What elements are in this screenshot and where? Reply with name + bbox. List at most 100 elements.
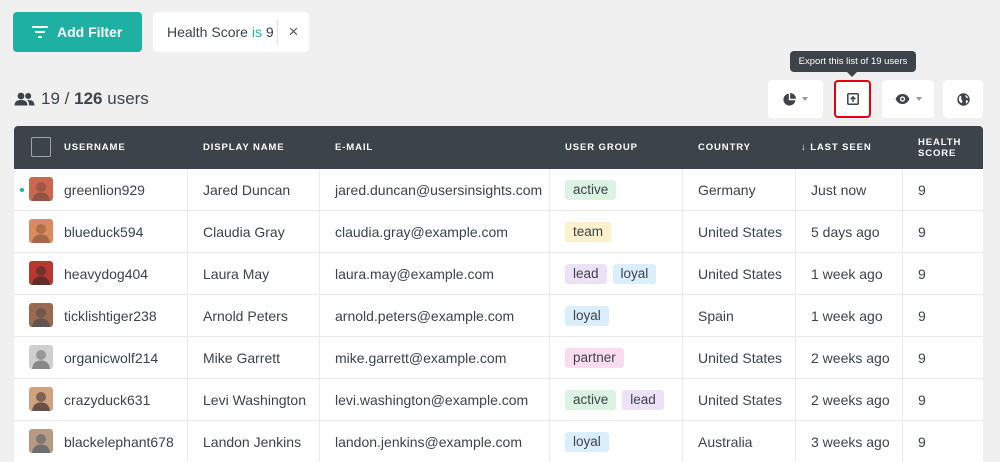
total-count: 126 bbox=[74, 89, 103, 108]
country-cell: United States bbox=[698, 349, 783, 366]
health-score-cell: 9 bbox=[918, 223, 926, 240]
column-header-health-score[interactable]: HEALTH SCORE bbox=[918, 126, 974, 169]
user-group-tag[interactable]: lead bbox=[565, 263, 607, 284]
avatar bbox=[29, 303, 53, 327]
chevron-down-icon bbox=[915, 97, 922, 101]
avatar bbox=[29, 261, 53, 285]
table-row[interactable]: blackelephant678 Landon Jenkins landon.jen… bbox=[14, 421, 983, 462]
last-seen-cell: 1 week ago bbox=[811, 265, 883, 282]
user-count: 19 / 126 users bbox=[14, 88, 149, 110]
username-cell[interactable]: greenlion929 bbox=[64, 169, 145, 210]
user-group-cell: loyal bbox=[565, 421, 615, 462]
export-button[interactable] bbox=[834, 80, 871, 118]
filter-operator: is bbox=[251, 24, 262, 40]
last-seen-cell: Just now bbox=[811, 181, 867, 198]
user-group-cell: team bbox=[565, 211, 617, 252]
pie-chart-icon bbox=[783, 92, 796, 106]
last-seen-cell: 3 weeks ago bbox=[811, 433, 890, 450]
username-cell[interactable]: organicwolf214 bbox=[64, 337, 158, 378]
email-cell[interactable]: landon.jenkins@example.com bbox=[335, 421, 522, 462]
health-score-cell: 9 bbox=[918, 349, 926, 366]
email-cell[interactable]: claudia.gray@example.com bbox=[335, 211, 508, 252]
last-seen-cell: 2 weeks ago bbox=[811, 391, 890, 408]
display-name-cell: Jared Duncan bbox=[203, 181, 291, 198]
users-icon bbox=[14, 92, 35, 106]
user-group-cell: active bbox=[565, 169, 622, 210]
filter-chip-label: Health Score is 9 bbox=[153, 20, 278, 44]
display-name-cell: Laura May bbox=[203, 265, 270, 282]
filter-chip[interactable]: Health Score is 9 × bbox=[153, 12, 309, 52]
user-group-cell: lead loyal bbox=[565, 253, 662, 294]
health-score-cell: 9 bbox=[918, 265, 926, 282]
user-group-tag[interactable]: partner bbox=[565, 347, 624, 368]
column-header-username[interactable]: USERNAME bbox=[64, 126, 184, 169]
select-all-checkbox[interactable] bbox=[31, 137, 51, 157]
table-body: greenlion929 Jared Duncan jared.duncan@use… bbox=[14, 169, 983, 462]
display-name-cell: Arnold Peters bbox=[203, 307, 288, 324]
column-header-last-seen[interactable]: ↓ LAST SEEN bbox=[801, 126, 901, 169]
health-score-cell: 9 bbox=[918, 307, 926, 324]
eye-icon bbox=[895, 94, 909, 104]
last-seen-cell: 1 week ago bbox=[811, 307, 883, 324]
avatar bbox=[29, 177, 53, 201]
display-name-cell: Mike Garrett bbox=[203, 349, 281, 366]
user-group-tag[interactable]: loyal bbox=[565, 305, 609, 326]
filter-value: 9 bbox=[265, 24, 274, 40]
user-group-tag[interactable]: lead bbox=[622, 389, 664, 410]
user-group-tag[interactable]: team bbox=[565, 221, 612, 242]
user-group-tag[interactable]: loyal bbox=[612, 263, 657, 284]
column-header-country[interactable]: COUNTRY bbox=[698, 126, 798, 169]
country-cell: United States bbox=[698, 265, 783, 282]
health-score-cell: 9 bbox=[918, 433, 926, 450]
email-cell[interactable]: jared.duncan@usersinsights.com bbox=[335, 169, 542, 210]
health-score-cell: 9 bbox=[918, 181, 926, 198]
export-icon bbox=[846, 93, 859, 105]
user-group-tag[interactable]: active bbox=[565, 389, 617, 410]
close-icon[interactable]: × bbox=[278, 22, 309, 42]
email-cell[interactable]: levi.washington@example.com bbox=[335, 379, 528, 420]
country-cell: United States bbox=[698, 223, 783, 240]
country-cell: Australia bbox=[698, 433, 753, 450]
user-group-tag[interactable]: loyal bbox=[565, 431, 609, 452]
table-row[interactable]: blueduck594 Claudia Gray claudia.gray@exam… bbox=[14, 211, 983, 253]
email-cell[interactable]: arnold.peters@example.com bbox=[335, 295, 514, 336]
user-group-cell: active lead bbox=[565, 379, 670, 420]
globe-icon bbox=[956, 92, 970, 106]
username-cell[interactable]: ticklishtiger238 bbox=[64, 295, 157, 336]
count-slash: / bbox=[64, 89, 70, 108]
username-cell[interactable]: blackelephant678 bbox=[64, 421, 174, 462]
map-button[interactable] bbox=[943, 80, 983, 118]
filtered-count: 19 bbox=[41, 89, 60, 108]
user-group-cell: partner bbox=[565, 337, 630, 378]
display-name-cell: Landon Jenkins bbox=[203, 433, 302, 450]
table-row[interactable]: crazyduck631 Levi Washington levi.washingt… bbox=[14, 379, 983, 421]
username-cell[interactable]: heavydog404 bbox=[64, 253, 148, 294]
filter-field: Health Score bbox=[167, 24, 248, 40]
table-header: USERNAME DISPLAY NAME E-MAIL USER GROUP … bbox=[14, 126, 983, 169]
add-filter-button[interactable]: Add Filter bbox=[13, 12, 142, 52]
column-header-email[interactable]: E-MAIL bbox=[335, 126, 535, 169]
table-row[interactable]: organicwolf214 Mike Garrett mike.garrett@e… bbox=[14, 337, 983, 379]
segments-button[interactable] bbox=[768, 80, 823, 118]
table-row[interactable]: greenlion929 Jared Duncan jared.duncan@use… bbox=[14, 169, 983, 211]
online-indicator bbox=[20, 188, 24, 192]
display-name-cell: Claudia Gray bbox=[203, 223, 285, 240]
count-unit: users bbox=[107, 89, 149, 108]
username-cell[interactable]: crazyduck631 bbox=[64, 379, 150, 420]
column-header-user-group[interactable]: USER GROUP bbox=[565, 126, 685, 169]
avatar bbox=[29, 345, 53, 369]
user-group-cell: loyal bbox=[565, 295, 615, 336]
avatar bbox=[29, 219, 53, 243]
add-filter-label: Add Filter bbox=[57, 24, 123, 40]
table-row[interactable]: heavydog404 Laura May laura.may@example.co… bbox=[14, 253, 983, 295]
user-group-tag[interactable]: active bbox=[565, 179, 617, 200]
avatar bbox=[29, 387, 53, 411]
email-cell[interactable]: mike.garrett@example.com bbox=[335, 337, 506, 378]
export-tooltip: Export this list of 19 users bbox=[790, 51, 916, 77]
health-score-cell: 9 bbox=[918, 391, 926, 408]
columns-visibility-button[interactable] bbox=[882, 80, 934, 118]
column-header-display-name[interactable]: DISPLAY NAME bbox=[203, 126, 323, 169]
table-row[interactable]: ticklishtiger238 Arnold Peters arnold.pete… bbox=[14, 295, 983, 337]
username-cell[interactable]: blueduck594 bbox=[64, 211, 143, 252]
email-cell[interactable]: laura.may@example.com bbox=[335, 253, 494, 294]
